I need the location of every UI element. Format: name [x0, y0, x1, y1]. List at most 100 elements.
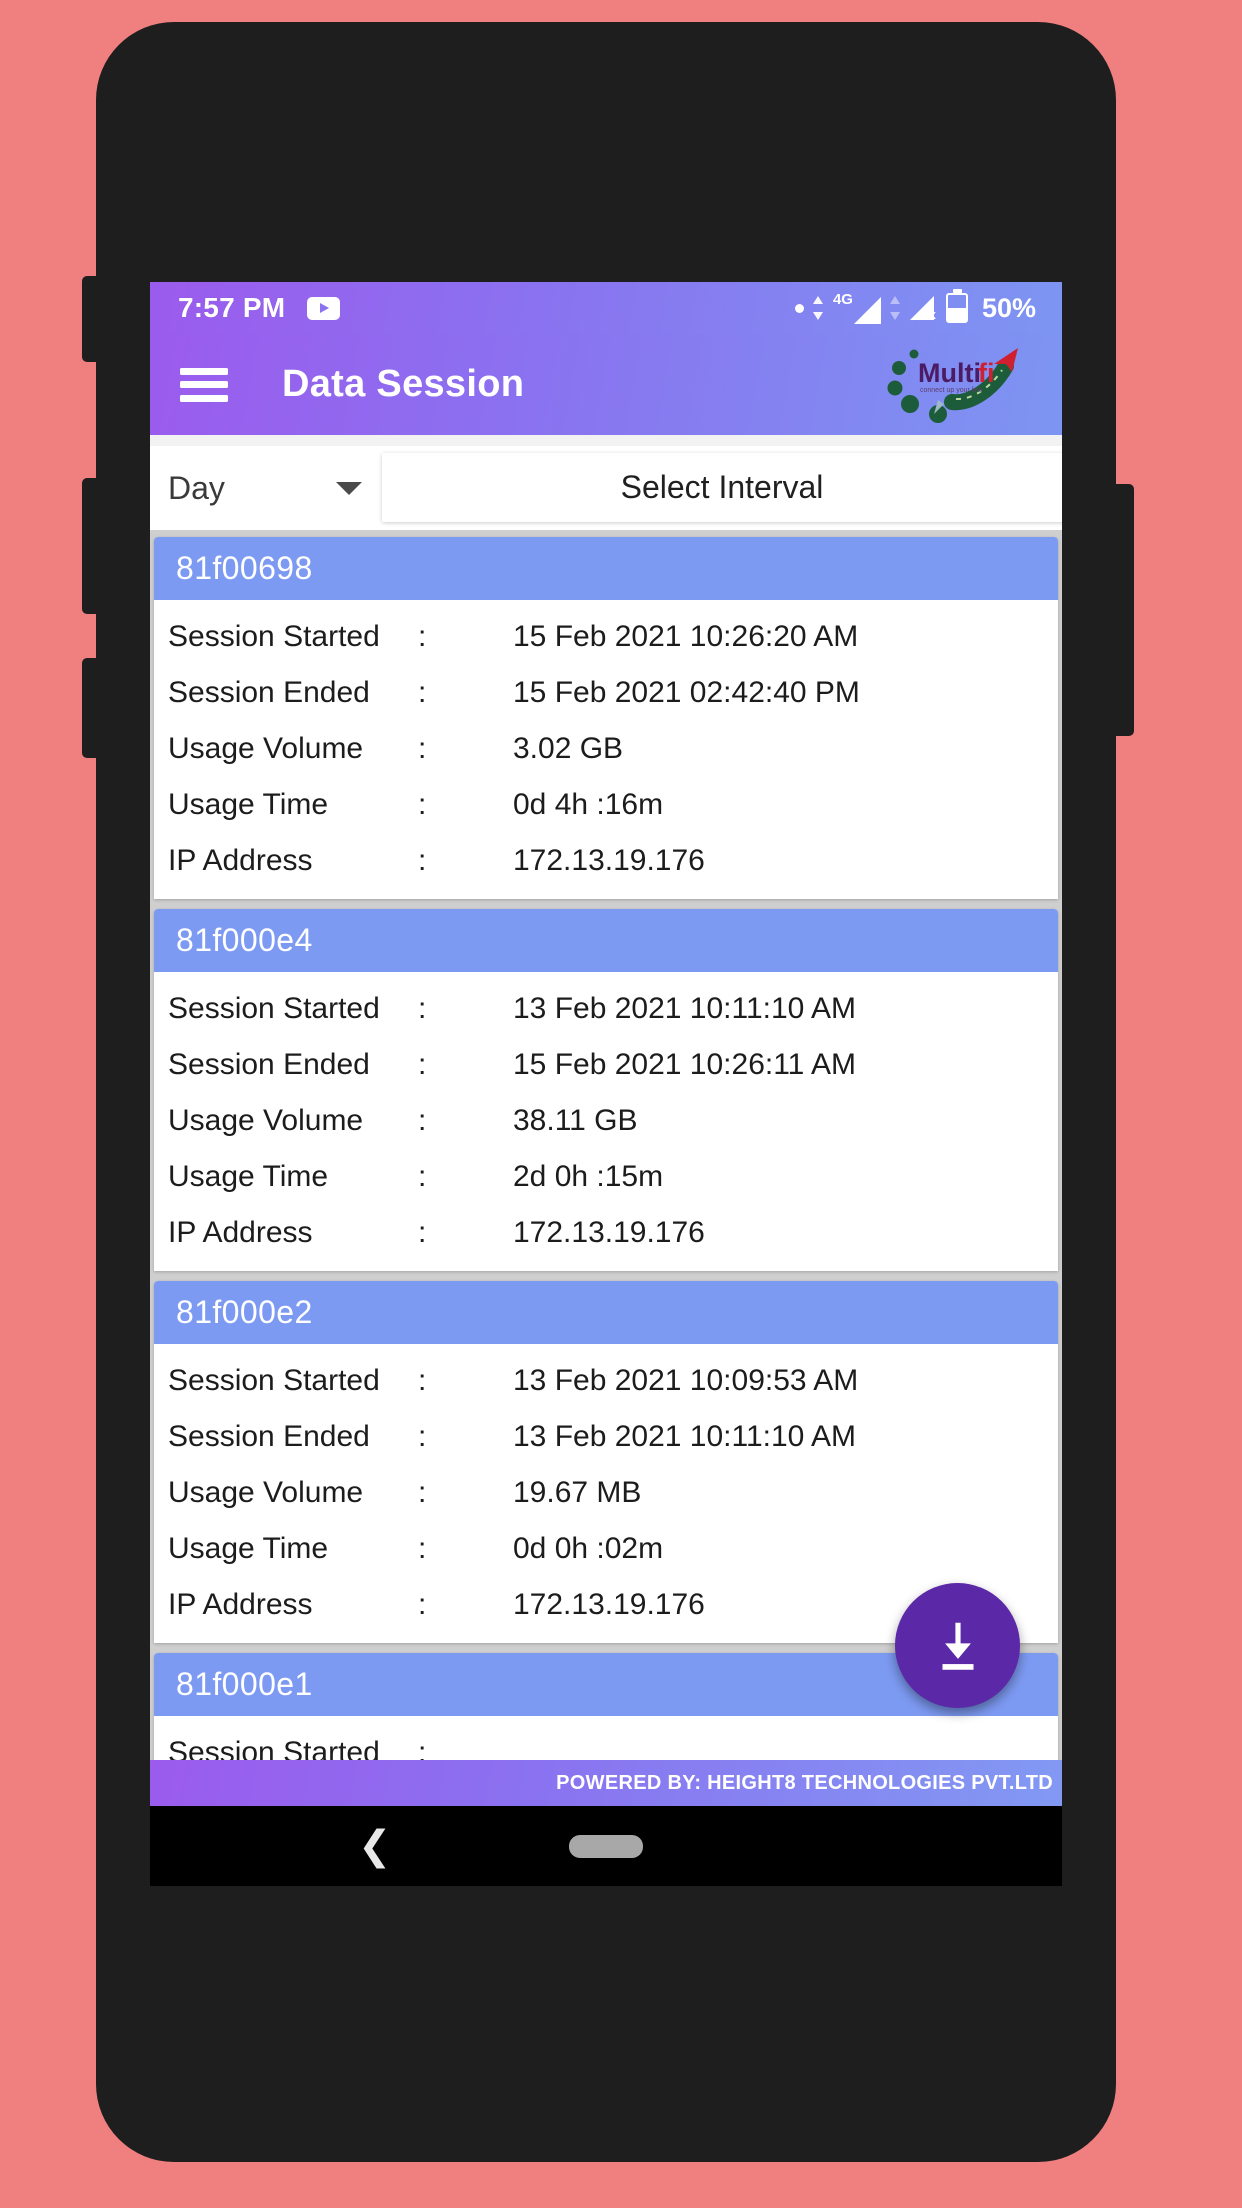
detail-label: Usage Volume [168, 1104, 364, 1137]
detail-row: IP Address: 172.13.19.176 [154, 833, 1058, 889]
data-transfer-icon [813, 296, 824, 320]
status-time: 7:57 PM [178, 292, 286, 323]
powered-by-text: POWERED BY: HEIGHT8 TECHNOLOGIES PVT.LTD [556, 1771, 1053, 1794]
filter-bar: Day Select Interval [150, 435, 1062, 530]
detail-value: 0d 4h :16m [513, 788, 664, 821]
session-id: 81f000e2 [154, 1281, 1058, 1344]
session-card[interactable]: 81f000e2 Session Started: 13 Feb 2021 10:… [154, 1281, 1058, 1643]
session-card[interactable]: 81f000e4 Session Started: 13 Feb 2021 10:… [154, 909, 1058, 1271]
detail-row: Usage Time: 0d 4h :16m [154, 777, 1058, 833]
session-id: 81f00698 [154, 537, 1058, 600]
detail-separator: : [418, 844, 427, 877]
detail-row: Usage Time: 0d 0h :02m [154, 1521, 1058, 1577]
detail-label: Usage Time [168, 1160, 329, 1193]
detail-separator: : [418, 1160, 427, 1193]
detail-label: Usage Time [168, 1532, 329, 1565]
detail-separator: : [418, 1476, 427, 1509]
data-transfer-secondary-icon [890, 296, 901, 320]
detail-row: Session Started: 13 Feb 2021 10:09:53 AM [154, 1353, 1058, 1409]
battery-percent-label: 50% [981, 292, 1036, 323]
detail-separator: : [418, 732, 427, 765]
multifi-logo: Multi fi connect up your line [886, 342, 1044, 428]
page-title: Data Session [282, 363, 525, 405]
detail-separator: : [418, 676, 427, 709]
detail-value: 13 Feb 2021 10:11:10 AM [513, 1420, 857, 1453]
detail-label: Usage Time [168, 788, 329, 821]
detail-label: Session Ended [168, 1420, 370, 1453]
detail-label: Session Started [168, 1364, 380, 1397]
period-dropdown[interactable]: Day [150, 446, 382, 530]
detail-row: IP Address: 172.13.19.176 [154, 1205, 1058, 1261]
detail-label: IP Address [168, 1588, 313, 1621]
battery-icon [945, 289, 968, 323]
detail-row: Session Started: 15 Feb 2021 10:26:20 AM [154, 609, 1058, 665]
detail-value: 172.13.19.176 [513, 1216, 705, 1249]
period-dropdown-value: Day [168, 469, 225, 506]
hamburger-menu-icon[interactable] [180, 367, 228, 402]
detail-value: 13 Feb 2021 10:09:53 AM [513, 1364, 859, 1397]
detail-label: Session Ended [168, 676, 370, 709]
detail-value: 15 Feb 2021 02:42:40 PM [513, 676, 860, 709]
signal-no-service-icon: x [909, 296, 936, 321]
android-navigation-bar: ❮ [150, 1806, 1062, 1886]
detail-value: 172.13.19.176 [513, 844, 705, 877]
power-button[interactable] [1114, 484, 1134, 736]
chevron-down-icon [336, 481, 362, 495]
session-id: 81f000e4 [154, 909, 1058, 972]
powered-by-footer: POWERED BY: HEIGHT8 TECHNOLOGIES PVT.LTD [150, 1760, 1062, 1806]
youtube-icon [307, 296, 341, 320]
detail-label: Usage Volume [168, 1476, 364, 1509]
detail-value: 19.67 MB [513, 1476, 642, 1509]
phone-screen: 7:57 PM 4G x 50% Data Session Multi fi c… [150, 282, 1062, 1886]
detail-separator: : [418, 992, 427, 1025]
svg-text:fi: fi [978, 358, 995, 388]
detail-separator: : [418, 1216, 427, 1249]
detail-label: IP Address [168, 844, 313, 877]
detail-separator: : [418, 1048, 427, 1081]
detail-row: Usage Volume: 38.11 GB [154, 1093, 1058, 1149]
detail-value: 15 Feb 2021 10:26:11 AM [513, 1048, 857, 1081]
detail-value: 38.11 GB [513, 1104, 638, 1137]
detail-separator: : [418, 1420, 427, 1453]
session-card[interactable]: 81f00698 Session Started: 15 Feb 2021 10:… [154, 537, 1058, 899]
svg-text:Multi: Multi [918, 358, 981, 388]
detail-separator: : [418, 1588, 427, 1621]
detail-separator: : [418, 1364, 427, 1397]
detail-label: Session Ended [168, 1048, 370, 1081]
detail-row: Session Ended: 15 Feb 2021 10:26:11 AM [154, 1037, 1058, 1093]
signal-4g-icon: 4G [833, 292, 881, 324]
download-icon [942, 1622, 973, 1670]
detail-row: Session Started: 13 Feb 2021 10:11:10 AM [154, 981, 1058, 1037]
detail-value: 2d 0h :15m [513, 1160, 664, 1193]
app-bar: Data Session Multi fi connect up your li… [150, 334, 1062, 435]
select-interval-button[interactable]: Select Interval [382, 453, 1062, 522]
detail-label: IP Address [168, 1216, 313, 1249]
logo-tagline: connect up your line [920, 387, 983, 394]
detail-row: Usage Time: 2d 0h :15m [154, 1149, 1058, 1205]
detail-row: Usage Volume: 19.67 MB [154, 1465, 1058, 1521]
download-fab-button[interactable] [895, 1583, 1020, 1708]
detail-row: Session Ended: 15 Feb 2021 02:42:40 PM [154, 665, 1058, 721]
detail-value: 13 Feb 2021 10:11:10 AM [513, 992, 857, 1025]
detail-row: Session Ended: 13 Feb 2021 10:11:10 AM [154, 1409, 1058, 1465]
detail-separator: : [418, 788, 427, 821]
home-pill-icon[interactable] [569, 1834, 643, 1858]
detail-value: 15 Feb 2021 10:26:20 AM [513, 620, 859, 653]
detail-separator: : [418, 620, 427, 653]
session-details: Session Started:13 Feb 2021 10:11:10 AM … [154, 972, 1058, 1271]
notification-dot-icon [794, 303, 804, 313]
network-type-label: 4G [832, 291, 853, 308]
detail-row: Usage Volume: 3.02 GB [154, 721, 1058, 777]
status-icons: 4G x 50% [794, 289, 1036, 324]
detail-label: Usage Volume [168, 732, 364, 765]
session-details: Session Started:15 Feb 2021 10:26:20 AM … [154, 600, 1058, 899]
detail-label: Session Started [168, 620, 380, 653]
detail-value: 0d 0h :02m [513, 1532, 664, 1565]
session-list[interactable]: 81f00698 Session Started: 15 Feb 2021 10:… [150, 530, 1062, 1806]
detail-separator: : [418, 1532, 427, 1565]
back-chevron-icon[interactable]: ❮ [358, 1826, 392, 1866]
detail-value: 3.02 GB [513, 732, 624, 765]
detail-label: Session Started [168, 992, 380, 1025]
detail-separator: : [418, 1104, 427, 1137]
status-bar: 7:57 PM 4G x 50% [150, 282, 1062, 334]
